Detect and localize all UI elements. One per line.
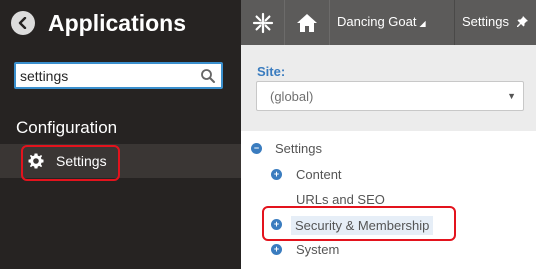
- home-icon: [297, 13, 317, 32]
- site-select-value: (global): [270, 89, 314, 104]
- site-menu-label: Dancing Goat: [337, 14, 417, 29]
- site-selector-pane: Site: (global) ▼: [241, 45, 536, 131]
- settings-content: Site: (global) ▼ − Settings + Content UR…: [241, 45, 536, 269]
- applications-title: Applications: [48, 10, 187, 36]
- top-bar: Dancing Goat ◢ Settings: [241, 0, 536, 45]
- configuration-heading: Configuration: [16, 118, 118, 137]
- app-menu-label: Settings: [462, 14, 509, 29]
- site-select[interactable]: (global) ▼: [256, 81, 524, 111]
- tree-item-system[interactable]: System: [296, 242, 339, 258]
- caret-down-icon: ▼: [507, 91, 516, 101]
- pin-icon[interactable]: [516, 16, 528, 27]
- application-search[interactable]: [14, 62, 223, 89]
- search-icon[interactable]: [200, 68, 216, 84]
- expand-icon[interactable]: +: [271, 169, 282, 180]
- topbar-divider: [454, 0, 455, 45]
- search-input[interactable]: [20, 67, 200, 85]
- back-button[interactable]: [11, 11, 35, 35]
- security-highlight-box: [262, 206, 456, 241]
- site-label: Site:: [257, 64, 286, 79]
- expand-icon[interactable]: +: [271, 244, 282, 255]
- kentico-logo-icon: [252, 12, 273, 33]
- home-button[interactable]: [285, 0, 330, 45]
- caret-down-icon: ◢: [419, 19, 426, 28]
- collapse-icon[interactable]: −: [251, 143, 262, 154]
- chevron-left-icon: [18, 17, 27, 29]
- applications-panel: Applications Configuration Settings: [0, 0, 241, 269]
- tree-item-content[interactable]: Content: [296, 167, 342, 183]
- app-menu[interactable]: Settings: [462, 14, 528, 30]
- applications-header: Applications: [0, 0, 241, 48]
- settings-tree: − Settings + Content URLs and SEO + Secu…: [241, 131, 536, 269]
- site-menu[interactable]: Dancing Goat ◢: [337, 14, 426, 32]
- settings-highlight-box: [21, 145, 120, 181]
- kentico-logo-button[interactable]: [241, 0, 285, 45]
- tree-root-settings[interactable]: Settings: [275, 141, 322, 157]
